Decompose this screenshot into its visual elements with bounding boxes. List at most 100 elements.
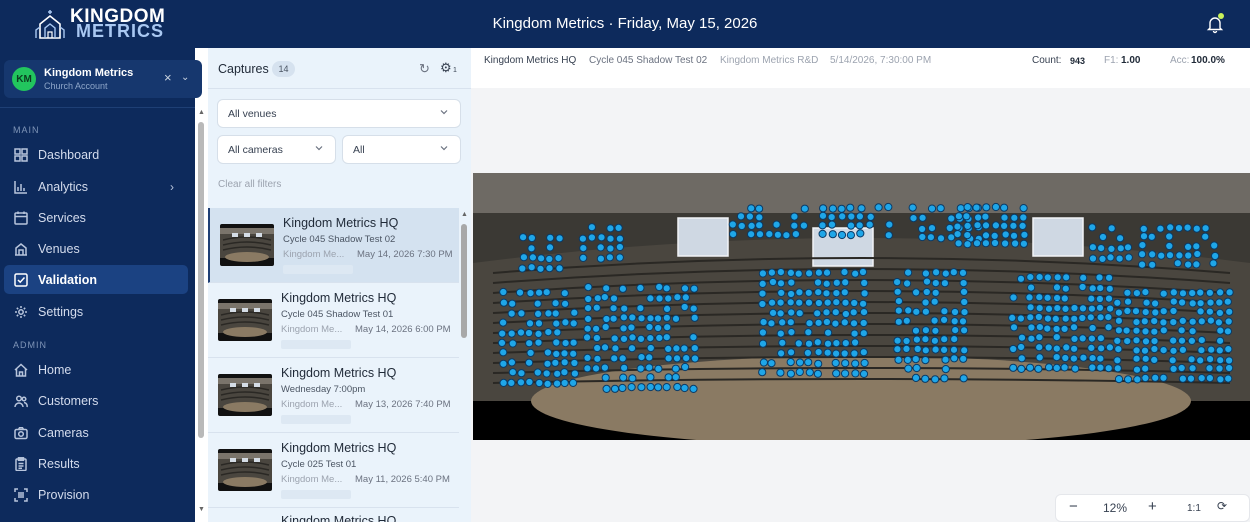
sidebar-item-validation[interactable]: Validation <box>4 265 188 294</box>
actual-size-button[interactable]: 1:1 <box>1187 503 1201 514</box>
detection-marker <box>664 294 673 303</box>
detection-marker <box>1113 364 1122 373</box>
users-icon <box>13 393 29 409</box>
clipboard-icon <box>13 456 29 472</box>
detection-marker <box>1078 304 1088 313</box>
capture-list-item[interactable]: Kingdom Metrics HQ <box>208 508 459 522</box>
camera-filter-select[interactable]: All cameras <box>217 135 336 164</box>
f1-value: 1.00 <box>1121 55 1141 66</box>
detection-marker <box>1051 314 1060 323</box>
capture-list-item[interactable]: Kingdom Metrics HQ Cycle 045 Shadow Test… <box>208 283 459 358</box>
detection-marker <box>911 326 921 335</box>
close-icon[interactable]: × <box>164 70 172 85</box>
detection-marker <box>814 288 823 297</box>
detection-marker <box>551 309 560 318</box>
refresh-icon[interactable]: ↻ <box>419 61 430 77</box>
detection-marker <box>962 212 971 221</box>
zoom-in-button[interactable]: + <box>1148 498 1157 515</box>
detection-marker <box>1096 354 1105 363</box>
detection-marker <box>583 324 592 333</box>
detection-marker <box>1115 254 1124 263</box>
sidebar-item-provision[interactable]: Provision <box>4 480 188 509</box>
detection-marker <box>1062 273 1071 282</box>
detection-marker <box>636 334 646 343</box>
detection-marker <box>1053 273 1062 282</box>
sidebar-item-analytics[interactable]: Analytics › <box>4 172 188 201</box>
building-icon <box>13 241 29 257</box>
reset-view-icon[interactable]: ⟳ <box>1217 499 1227 513</box>
detection-marker <box>1225 307 1234 316</box>
chevron-down-icon[interactable]: ⌄ <box>181 72 189 83</box>
detection-marker <box>1052 333 1061 342</box>
scroll-down-arrow-icon[interactable]: ▼ <box>198 506 205 513</box>
account-switcher[interactable]: KM Kingdom Metrics Church Account × ⌄ <box>4 60 202 98</box>
sidebar-scrollbar-thumb[interactable] <box>198 122 204 438</box>
sidebar-item-cameras[interactable]: Cameras <box>4 418 188 447</box>
detection-marker <box>921 269 930 278</box>
detection-marker <box>1159 346 1168 355</box>
capture-list-item[interactable]: Kingdom Metrics HQ Cycle 025 Test 01 Kin… <box>208 433 459 508</box>
detection-marker <box>838 212 847 221</box>
detection-marker <box>893 345 902 354</box>
capture-image[interactable] <box>473 173 1250 440</box>
detection-marker <box>1000 203 1009 212</box>
detection-marker <box>922 277 932 286</box>
captures-scrollbar-thumb[interactable] <box>461 224 467 338</box>
sidebar-item-dashboard[interactable]: Dashboard <box>4 140 188 169</box>
capture-org: Kingdom Me... <box>281 324 343 335</box>
settings-gear-icon[interactable]: ⚙ <box>440 60 452 76</box>
detection-marker <box>499 318 508 327</box>
detection-marker <box>950 307 960 317</box>
detection-marker <box>645 322 654 332</box>
detection-marker <box>814 298 823 308</box>
sidebar-item-results[interactable]: Results <box>4 449 188 478</box>
capture-list-item[interactable]: Kingdom Metrics HQ Wednesday 7:00pm King… <box>208 358 459 433</box>
detection-marker <box>544 328 553 337</box>
capture-info-bar: Kingdom Metrics HQ Cycle 045 Shadow Test… <box>471 48 1250 88</box>
zoom-out-button[interactable]: − <box>1069 498 1078 515</box>
sidebar-item-settings[interactable]: Settings <box>4 297 188 326</box>
scroll-up-arrow-icon[interactable]: ▲ <box>198 109 205 116</box>
detection-marker <box>846 221 856 230</box>
detection-marker <box>1187 355 1196 364</box>
capture-thumbnail <box>218 374 272 416</box>
sidebar-item-customers[interactable]: Customers <box>4 386 188 415</box>
detection-marker <box>611 344 620 353</box>
detection-marker <box>769 308 778 317</box>
sidebar-item-services[interactable]: Services <box>4 203 188 232</box>
detection-marker <box>600 363 609 372</box>
detection-marker <box>1116 234 1125 243</box>
capture-org: Kingdom Me... <box>281 474 343 485</box>
detection-marker <box>1178 298 1187 307</box>
chevron-down-icon <box>440 110 448 115</box>
capture-status-bar <box>283 265 353 274</box>
detection-marker <box>926 233 935 242</box>
detection-marker <box>1201 232 1210 241</box>
clear-filters-link[interactable]: Clear all filters <box>218 179 281 190</box>
detection-marker <box>1009 344 1018 354</box>
detection-marker <box>1151 308 1160 317</box>
avatar: KM <box>12 67 36 91</box>
captures-title: Captures <box>218 62 269 76</box>
scroll-up-arrow-icon[interactable]: ▲ <box>461 211 468 218</box>
sidebar-item-venues[interactable]: Venues <box>4 234 188 263</box>
detection-marker <box>1020 230 1029 239</box>
detection-marker <box>932 268 941 277</box>
detection-marker <box>1216 288 1225 297</box>
camera-icon <box>13 425 29 441</box>
detection-marker <box>903 355 912 364</box>
detection-marker <box>1053 304 1062 313</box>
capture-thumbnail <box>218 299 272 341</box>
capture-venue-title: Kingdom Metrics HQ <box>281 366 397 380</box>
sidebar-item-label: Home <box>38 362 72 377</box>
venue-filter-select[interactable]: All venues <box>217 99 461 128</box>
detection-marker <box>813 309 822 318</box>
capture-list-item[interactable]: Kingdom Metrics HQ Cycle 045 Shadow Test… <box>208 208 459 283</box>
detection-marker <box>583 333 592 342</box>
detection-marker <box>610 334 619 343</box>
detection-marker <box>526 289 535 298</box>
status-filter-select[interactable]: All <box>342 135 461 164</box>
sidebar-item-home[interactable]: Home <box>4 355 188 384</box>
detection-marker <box>981 212 990 221</box>
detection-marker <box>592 333 602 343</box>
